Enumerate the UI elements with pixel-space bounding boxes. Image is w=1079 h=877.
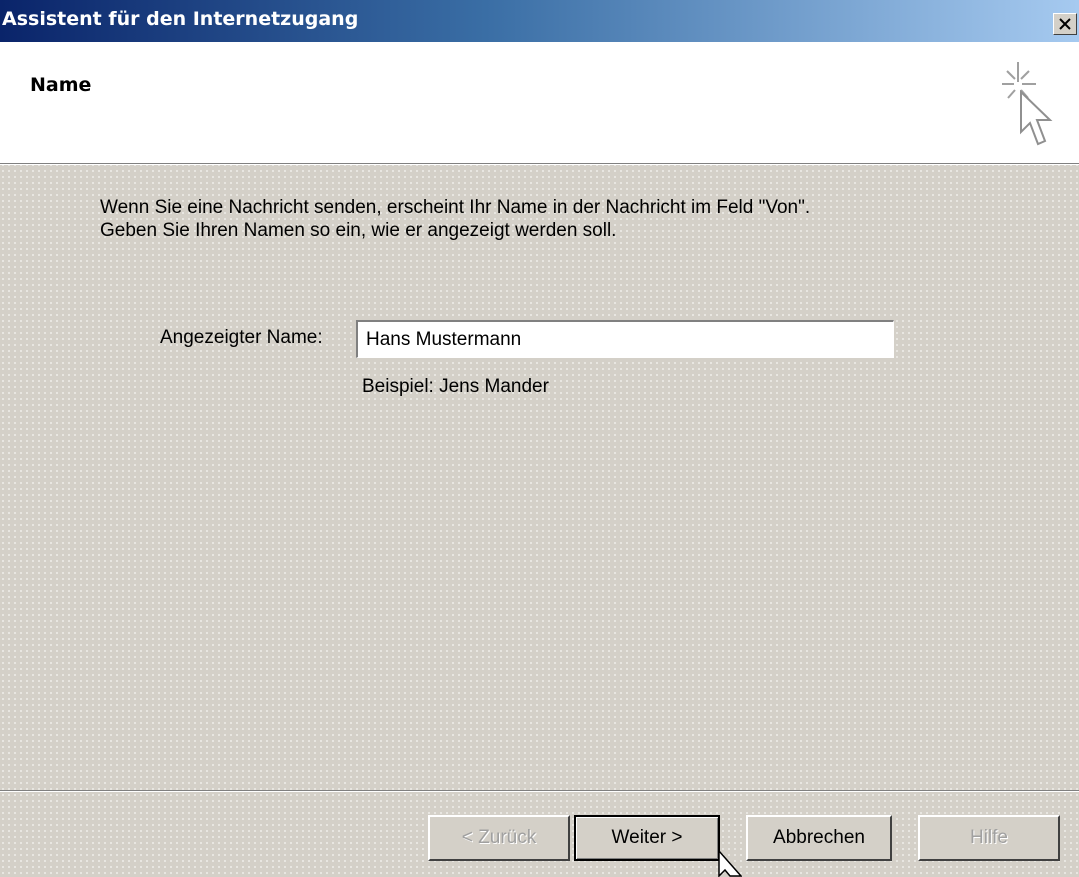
page-title: Name	[30, 74, 92, 96]
display-name-input[interactable]	[356, 320, 894, 358]
wizard-sparkle-cursor-icon	[1002, 62, 1053, 146]
help-button[interactable]: Hilfe	[918, 815, 1060, 861]
window-title: Assistent für den Internetzugang	[2, 8, 359, 30]
cancel-button[interactable]: Abbrechen	[746, 815, 892, 861]
header-separator	[0, 163, 1079, 165]
close-icon	[1059, 18, 1071, 30]
description-line-1: Wenn Sie eine Nachricht senden, erschein…	[100, 197, 811, 218]
description-line-2: Geben Sie Ihren Namen so ein, wie er ang…	[100, 220, 617, 241]
title-bar: Assistent für den Internetzugang	[0, 0, 1079, 42]
example-text: Beispiel: Jens Mander	[362, 376, 549, 397]
mouse-cursor-icon	[718, 850, 742, 877]
display-name-label: Angezeigter Name:	[160, 327, 323, 348]
button-separator	[0, 790, 1079, 792]
wizard-header: Name	[0, 42, 1079, 163]
next-button[interactable]: Weiter >	[574, 815, 720, 861]
close-button[interactable]	[1053, 13, 1077, 35]
wizard-window: Assistent für den Internetzugang Name We…	[0, 0, 1079, 877]
back-button[interactable]: < Zurück	[428, 815, 570, 861]
description-text: Wenn Sie eine Nachricht senden, erschein…	[100, 196, 810, 242]
